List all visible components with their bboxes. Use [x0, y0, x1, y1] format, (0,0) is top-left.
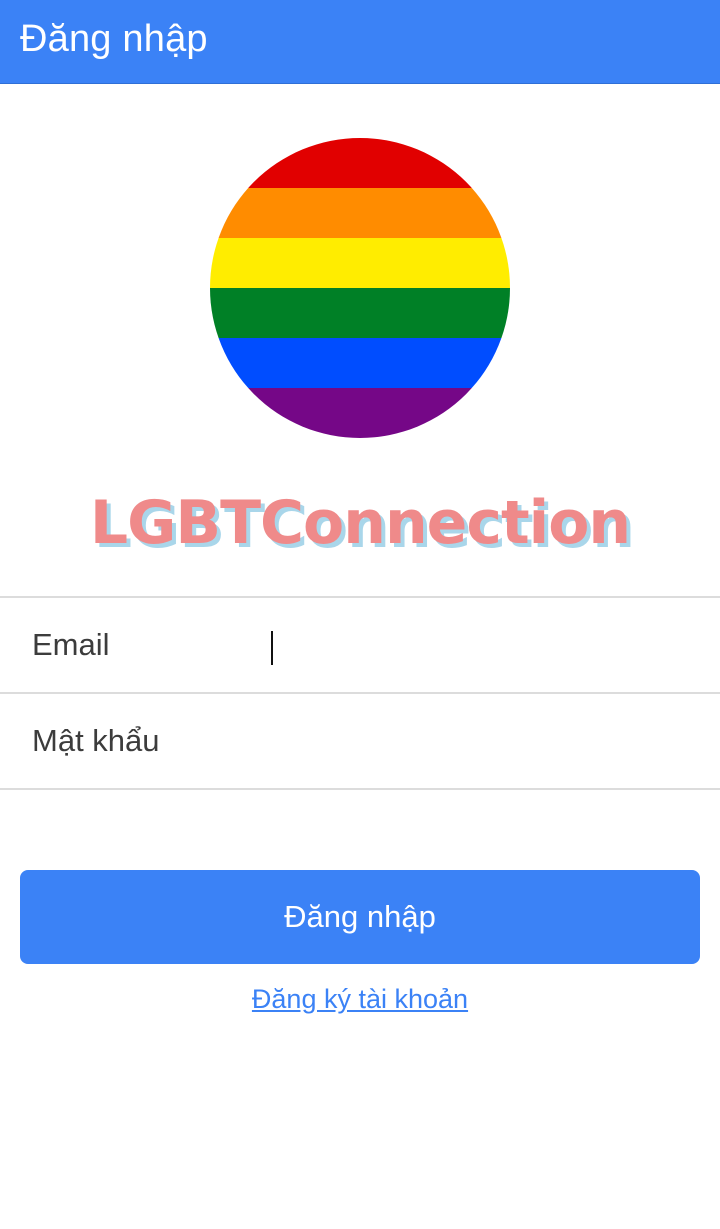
logo-stripe-green — [210, 288, 510, 338]
logo-stripe-purple — [210, 388, 510, 438]
password-label: Mật khẩu — [32, 723, 160, 758]
page-title: Đăng nhập — [20, 18, 208, 60]
email-label: Email — [32, 627, 110, 662]
login-button[interactable]: Đăng nhập — [20, 870, 700, 964]
text-caret — [271, 631, 273, 665]
rainbow-logo-icon — [210, 138, 510, 438]
email-field[interactable] — [262, 598, 702, 692]
logo-stripe-blue — [210, 338, 510, 388]
password-field[interactable] — [262, 694, 702, 788]
logo-stripe-orange — [210, 188, 510, 238]
app-bar: Đăng nhập — [0, 0, 720, 84]
logo-stripe-red — [210, 138, 510, 188]
email-row[interactable]: Email — [0, 596, 720, 692]
brand-name: LGBTConnection — [89, 488, 631, 558]
login-screen: Đăng nhập LGBTConnection Email Mật khẩu … — [0, 0, 720, 1229]
password-row[interactable]: Mật khẩu — [0, 692, 720, 790]
register-link[interactable]: Đăng ký tài khoản — [0, 984, 720, 1015]
logo-stripe-yellow — [210, 238, 510, 288]
